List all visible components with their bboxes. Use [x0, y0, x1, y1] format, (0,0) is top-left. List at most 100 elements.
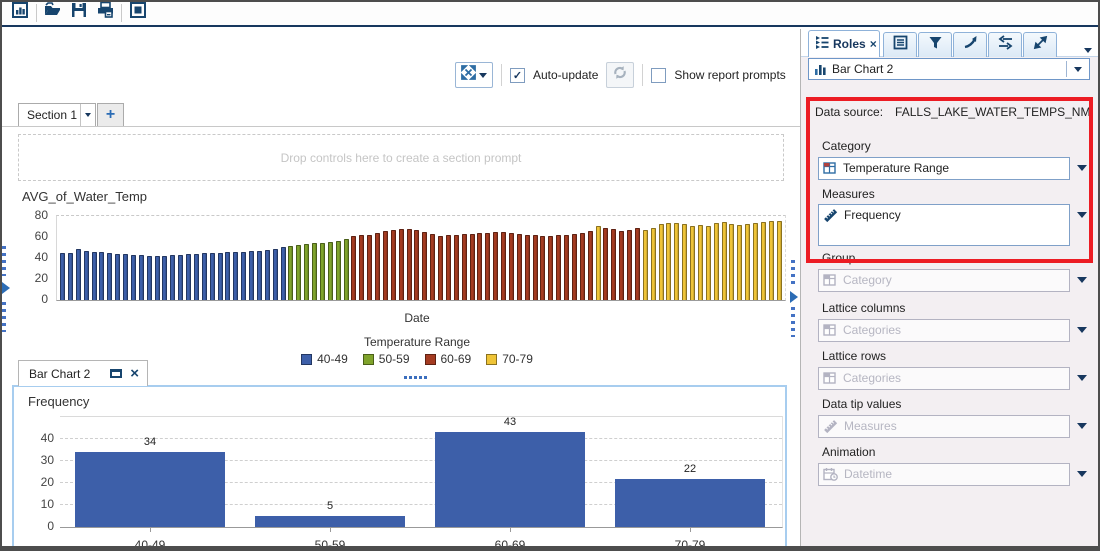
top-chart-bar[interactable] [674, 223, 679, 300]
top-chart-bar[interactable] [76, 249, 81, 300]
close-icon[interactable]: × [130, 366, 139, 381]
top-chart-bar[interactable] [202, 253, 207, 300]
top-chart-bar[interactable] [769, 221, 774, 300]
new-report-button[interactable] [7, 2, 33, 24]
top-chart-bar[interactable] [714, 223, 719, 300]
top-chart-bar[interactable] [540, 236, 545, 300]
top-chart-bar[interactable] [737, 225, 742, 300]
top-chart-bar[interactable] [446, 235, 451, 300]
tab-roles[interactable]: Roles × [808, 30, 880, 57]
top-chart-bar[interactable] [493, 232, 498, 300]
top-chart-bar[interactable] [359, 235, 364, 300]
top-chart-bar[interactable] [525, 235, 530, 300]
top-chart-bar[interactable] [107, 253, 112, 300]
top-chart-bar[interactable] [304, 244, 309, 300]
left-panel-expand-arrow-icon[interactable] [2, 282, 10, 294]
top-chart-bar[interactable] [328, 242, 333, 300]
top-chart-bar[interactable] [454, 235, 459, 300]
top-chart-bar[interactable] [580, 233, 585, 300]
top-chart-bar[interactable] [375, 233, 380, 300]
maximize-view-button[interactable] [455, 62, 493, 88]
top-chart-bar[interactable] [556, 235, 561, 300]
top-chart-bar[interactable] [603, 228, 608, 300]
top-chart-bar[interactable] [218, 253, 223, 300]
top-chart-bar[interactable] [745, 224, 750, 300]
top-chart-bar[interactable] [509, 233, 514, 300]
chevron-down-icon[interactable] [1067, 67, 1089, 72]
right-splitter-handle[interactable] [791, 260, 795, 288]
tab-conditional-highlighting[interactable] [988, 32, 1022, 57]
top-chart-bar[interactable] [533, 235, 538, 300]
top-chart-bar[interactable] [186, 254, 191, 300]
top-chart-bar[interactable] [619, 231, 624, 300]
save-button[interactable] [66, 2, 92, 24]
top-chart-bar[interactable] [438, 236, 443, 300]
bottom-chart-bar[interactable] [255, 516, 405, 527]
add-section-button[interactable]: + [97, 103, 124, 127]
top-chart-bar[interactable] [367, 235, 372, 300]
top-chart-bar[interactable] [407, 229, 412, 300]
top-chart-bar[interactable] [690, 226, 695, 300]
tab-properties[interactable] [883, 32, 917, 57]
left-splitter-handle[interactable] [2, 302, 6, 332]
object-selector[interactable]: Bar Chart 2 [808, 58, 1090, 80]
bottom-chart-bar[interactable] [435, 432, 585, 527]
top-chart-bar[interactable] [296, 245, 301, 300]
top-chart-bar[interactable] [123, 254, 128, 300]
top-chart-bar[interactable] [265, 250, 270, 300]
top-chart-bar[interactable] [273, 249, 278, 300]
top-chart-bar[interactable] [470, 234, 475, 300]
top-chart-bar[interactable] [682, 224, 687, 300]
top-chart-bar[interactable] [501, 232, 506, 300]
top-chart-bar[interactable] [588, 231, 593, 300]
top-chart-bar[interactable] [320, 243, 325, 300]
left-splitter-handle[interactable] [2, 246, 6, 276]
auto-update-checkbox[interactable]: ✓ [510, 68, 525, 83]
bottom-chart-bar[interactable] [75, 452, 225, 527]
top-chart-bar[interactable] [517, 234, 522, 300]
section-prompt-drop-area[interactable]: Drop controls here to create a section p… [18, 134, 784, 181]
top-chart-bar[interactable] [422, 232, 427, 300]
top-chart-bar[interactable] [596, 226, 601, 300]
top-chart-bar[interactable] [84, 251, 89, 300]
top-chart-bar[interactable] [60, 253, 65, 300]
top-chart-bar[interactable] [351, 236, 356, 300]
top-chart-bar[interactable] [344, 239, 349, 300]
top-chart-bar[interactable] [312, 243, 317, 300]
top-chart-bar[interactable] [643, 230, 648, 300]
refresh-button[interactable] [606, 62, 634, 88]
data-tip-values-dropdown-arrow[interactable] [1077, 423, 1087, 429]
top-chart-bar[interactable] [92, 252, 97, 300]
top-chart-bar[interactable] [399, 229, 404, 300]
section-tab[interactable]: Section 1 [18, 103, 96, 127]
top-chart-bar[interactable] [131, 255, 136, 300]
show-report-prompts-checkbox[interactable] [651, 68, 666, 83]
bar-chart-2-tab[interactable]: Bar Chart 2 × [18, 360, 148, 386]
top-chart-bar[interactable] [572, 234, 577, 300]
horizontal-splitter-handle[interactable] [404, 376, 427, 379]
top-chart-bar[interactable] [729, 224, 734, 300]
top-chart-bar[interactable] [611, 229, 616, 300]
top-chart-bar[interactable] [485, 233, 490, 300]
lattice-columns-dropdown-arrow[interactable] [1077, 327, 1087, 333]
top-chart-bar[interactable] [99, 252, 104, 300]
top-chart-bar[interactable] [115, 254, 120, 300]
right-splitter-handle[interactable] [791, 307, 795, 337]
top-chart-bar[interactable] [635, 228, 640, 300]
group-dropdown-arrow[interactable] [1077, 277, 1087, 283]
lattice-rows-field[interactable]: Categories [818, 367, 1070, 390]
top-chart-bar[interactable] [288, 246, 293, 300]
right-panel-collapse-arrow-icon[interactable] [790, 291, 798, 303]
measures-dropdown-arrow[interactable] [1077, 212, 1087, 218]
tab-ranks[interactable] [953, 32, 987, 57]
top-chart-bar[interactable] [462, 234, 467, 300]
top-chart-bar[interactable] [651, 228, 656, 300]
group-field[interactable]: Category [818, 269, 1070, 292]
section-tab-menu[interactable] [80, 104, 95, 126]
tab-interactions[interactable] [1023, 32, 1057, 57]
maximize-icon[interactable] [110, 369, 122, 378]
animation-field[interactable]: Datetime [818, 463, 1070, 486]
top-chart-bar[interactable] [430, 234, 435, 300]
top-chart-bar[interactable] [391, 230, 396, 300]
top-chart-bar[interactable] [178, 255, 183, 300]
